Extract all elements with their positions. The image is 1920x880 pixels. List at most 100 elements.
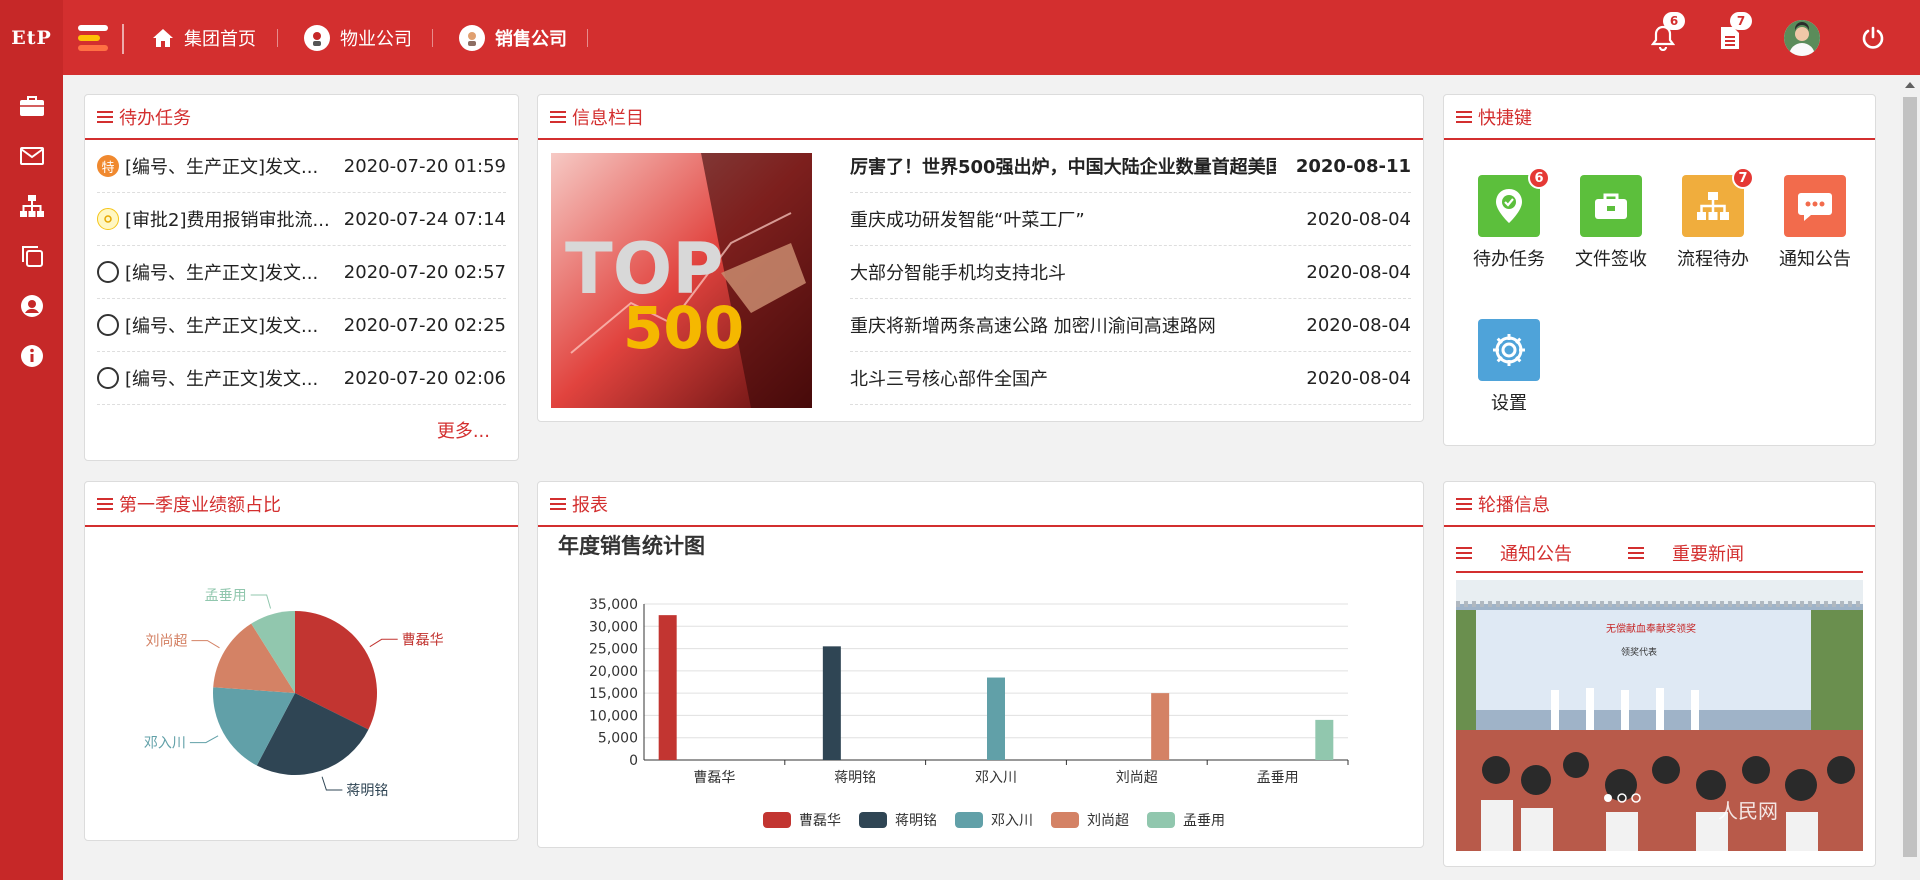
page-scrollbar[interactable]: [1900, 75, 1920, 880]
news-date: 2020-08-04: [1306, 208, 1411, 230]
todo-panel: 待办任务 特 [编号、生产正文]发文... 2020-07-20 01:59 […: [84, 94, 519, 461]
legend-label[interactable]: 邓入川: [991, 813, 1033, 829]
location-check-icon: 6: [1478, 167, 1550, 237]
legend-swatch[interactable]: [763, 812, 791, 828]
news-item[interactable]: 大部分智能手机均支持北斗 2020-08-04: [850, 246, 1411, 299]
menu-toggle-icon[interactable]: [78, 25, 108, 51]
tab-important-news[interactable]: 重要新闻: [1628, 540, 1772, 566]
legend-label[interactable]: 蒋明铭: [895, 813, 937, 829]
shortcut-label: 设置: [1491, 393, 1527, 414]
legend-swatch[interactable]: [859, 812, 887, 828]
approval-badge-icon: [97, 208, 119, 230]
bar[interactable]: [987, 677, 1005, 760]
list-icon: [1456, 547, 1472, 559]
legend-label[interactable]: 孟垂用: [1183, 813, 1225, 829]
tab-notice[interactable]: 通知公告: [1456, 540, 1600, 566]
nav-property-company[interactable]: 物业公司: [304, 20, 412, 56]
shortcut-notice[interactable]: 通知公告: [1770, 175, 1860, 271]
news-title: 大部分智能手机均支持北斗: [850, 263, 1066, 284]
nav-sales-company[interactable]: 销售公司: [459, 20, 567, 56]
news-item[interactable]: 重庆将新增两条高速公路 加密川渝间高速路网 2020-08-04: [850, 299, 1411, 352]
todo-item[interactable]: 特 [编号、生产正文]发文... 2020-07-20 01:59: [97, 140, 506, 193]
tab-underline: [1456, 571, 1863, 573]
pie-label-line: [321, 776, 343, 791]
todo-title: [编号、生产正文]发文...: [125, 316, 319, 337]
news-title: 重庆将新增两条高速公路 加密川渝间高速路网: [850, 316, 1216, 337]
news-item[interactable]: 厉害了！世界500强出炉，中国大陆企业数量首超美国... 2020-08-11: [850, 140, 1411, 193]
nav-group-home[interactable]: 集团首页: [152, 20, 256, 56]
legend-swatch[interactable]: [1051, 812, 1079, 828]
y-tick-label: 25,000: [589, 642, 638, 658]
nav-divider: [432, 29, 433, 47]
shortcut-badge: 7: [1732, 167, 1754, 189]
panel-header: 轮播信息: [1444, 482, 1875, 527]
list-icon: [1456, 497, 1472, 510]
shortcut-settings[interactable]: 设置: [1464, 319, 1554, 415]
copy-icon[interactable]: [17, 241, 47, 271]
panel-title: 第一季度业绩额占比: [119, 494, 281, 516]
carousel-image[interactable]: 无偿献血奉献奖领奖 领奖代表 人民网: [1456, 580, 1863, 851]
news-title: 重庆成功研发智能“叶菜工厂”: [850, 210, 1085, 231]
pie-label-line: [250, 594, 272, 609]
nav-label: 物业公司: [340, 29, 412, 50]
panel-header: 快捷键: [1444, 95, 1875, 140]
nav-label: 销售公司: [495, 29, 567, 50]
user-circle-icon[interactable]: [17, 291, 47, 321]
panel-title: 快捷键: [1478, 107, 1532, 129]
top-bar: EtP 集团首页 物业公司 销售公司 6 7: [0, 0, 1920, 75]
legend-swatch[interactable]: [955, 812, 983, 828]
list-icon: [97, 497, 113, 510]
list-icon: [1456, 110, 1472, 123]
sidebar: [0, 75, 63, 880]
scroll-up-icon[interactable]: [1905, 82, 1915, 88]
org-chart-icon[interactable]: [17, 191, 47, 221]
panel-title: 信息栏目: [572, 107, 644, 129]
shortcut-label: 通知公告: [1779, 249, 1851, 270]
pie-label: 孟垂用: [205, 588, 247, 604]
bar[interactable]: [822, 646, 841, 760]
documents-button[interactable]: 7: [1714, 12, 1752, 54]
todo-item[interactable]: [编号、生产正文]发文... 2020-07-20 02:06: [97, 352, 506, 405]
shortcut-todo[interactable]: 6 待办任务: [1464, 167, 1554, 271]
mail-icon[interactable]: [17, 141, 47, 171]
news-panel: 信息栏目 TOP 500 厉害了！世界500强出炉，中国大陆企业数量首超美国..…: [537, 94, 1424, 422]
gear-icon: [1478, 319, 1540, 381]
nav-divider: [587, 29, 588, 47]
app-logo: EtP: [0, 0, 63, 75]
bar[interactable]: [658, 615, 677, 760]
news-title: 北斗三号核心部件全国产: [850, 369, 1048, 390]
news-date: 2020-08-04: [1306, 367, 1411, 389]
news-item[interactable]: 北斗三号核心部件全国产 2020-08-04: [850, 352, 1411, 405]
shortcut-file-receipt[interactable]: 文件签收: [1566, 175, 1656, 271]
news-item[interactable]: 重庆成功研发智能“叶菜工厂” 2020-08-04: [850, 193, 1411, 246]
bar[interactable]: [1315, 719, 1334, 760]
bar[interactable]: [1151, 693, 1170, 760]
pie-chart: 曹磊华蒋明铭 邓入川 刘尚超 孟垂用: [144, 588, 444, 799]
panel-header: 待办任务: [85, 95, 518, 140]
briefcase-icon[interactable]: [17, 91, 47, 121]
logout-button[interactable]: [1857, 22, 1889, 54]
list-icon: [97, 110, 113, 123]
home-icon: [153, 29, 173, 47]
documents-badge: 7: [1730, 12, 1752, 30]
todo-item[interactable]: [编号、生产正文]发文... 2020-07-20 02:57: [97, 246, 506, 299]
y-tick-label: 15,000: [589, 686, 638, 702]
shortcut-process-todo[interactable]: 7 流程待办: [1668, 167, 1758, 271]
todo-item[interactable]: [编号、生产正文]发文... 2020-07-20 02:25: [97, 299, 506, 352]
legend-label[interactable]: 曹磊华: [799, 813, 841, 829]
nav-label: 集团首页: [184, 29, 256, 50]
more-link[interactable]: 更多...: [437, 417, 490, 443]
legend-label[interactable]: 刘尚超: [1087, 813, 1129, 829]
pie-label-line: [369, 638, 398, 648]
legend-swatch[interactable]: [1147, 812, 1175, 828]
info-icon[interactable]: [17, 341, 47, 371]
shortcut-label: 待办任务: [1473, 249, 1545, 270]
todo-item[interactable]: [审批2]费用报销审批流... 2020-07-24 07:14: [97, 193, 506, 246]
shortcut-badge: 6: [1528, 167, 1550, 189]
carousel-panel: 轮播信息 通知公告 重要新闻 无偿献血奉献奖领奖 领奖代表 人民网: [1443, 481, 1876, 867]
user-avatar[interactable]: [1784, 20, 1820, 56]
notifications-button[interactable]: 6: [1647, 12, 1685, 54]
scroll-thumb[interactable]: [1903, 97, 1917, 857]
news-image[interactable]: TOP 500: [551, 153, 812, 408]
briefcase-icon: [1580, 175, 1642, 237]
